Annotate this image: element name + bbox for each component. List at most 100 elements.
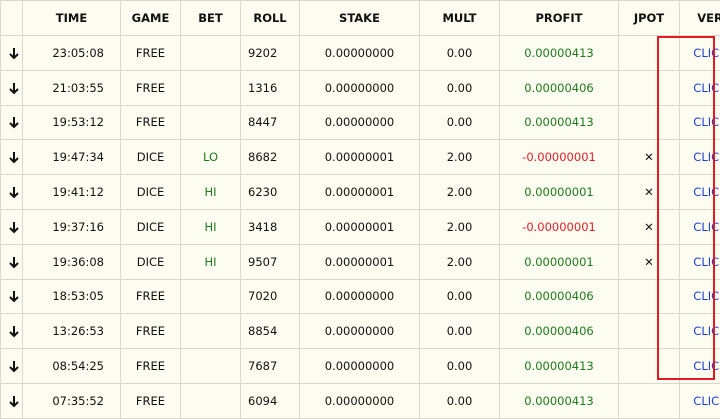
profit-cell: -0.00000001 — [500, 140, 619, 175]
stake-cell: 0.00000000 — [300, 279, 420, 314]
stake-cell: 0.00000001 — [300, 209, 420, 244]
verify-link[interactable]: CLICK — [680, 140, 720, 175]
expand-row-cell[interactable] — [1, 209, 23, 244]
column-header-roll: ROLL — [241, 1, 300, 36]
verify-link[interactable]: CLICK — [680, 279, 720, 314]
verify-link[interactable]: CLICK — [680, 244, 720, 279]
arrow-down-icon[interactable] — [1, 220, 23, 234]
arrow-down-icon[interactable] — [1, 46, 23, 60]
expand-row-cell[interactable] — [1, 105, 23, 140]
mult-cell: 0.00 — [420, 105, 500, 140]
column-header-mult: MULT — [420, 1, 500, 36]
expand-row-cell[interactable] — [1, 383, 23, 418]
arrow-down-icon[interactable] — [1, 324, 23, 338]
roll-cell: 8682 — [241, 140, 300, 175]
jackpot-cell — [619, 314, 680, 349]
verify-link[interactable]: CLICK — [680, 209, 720, 244]
table-row: 19:41:12 DICE HI 6230 0.00000001 2.00 0.… — [1, 175, 720, 210]
profit-cell: 0.00000406 — [500, 70, 619, 105]
column-header-ver: VER — [680, 1, 720, 36]
bet-cell — [181, 105, 241, 140]
time-cell: 19:53:12 — [23, 105, 121, 140]
expand-row-cell[interactable] — [1, 349, 23, 384]
mult-cell: 2.00 — [420, 209, 500, 244]
time-cell: 18:53:05 — [23, 279, 121, 314]
time-cell: 13:26:53 — [23, 314, 121, 349]
verify-link[interactable]: CLICK — [680, 314, 720, 349]
time-cell: 23:05:08 — [23, 36, 121, 71]
arrow-down-icon[interactable] — [1, 81, 23, 95]
bet-cell — [181, 314, 241, 349]
profit-cell: 0.00000413 — [500, 349, 619, 384]
table-row: 18:53:05 FREE 7020 0.00000000 0.00 0.000… — [1, 279, 720, 314]
expand-column-header — [1, 1, 23, 36]
time-cell: 19:37:16 — [23, 209, 121, 244]
stake-cell: 0.00000001 — [300, 175, 420, 210]
verify-link[interactable]: CLICK — [680, 175, 720, 210]
roll-cell: 9507 — [241, 244, 300, 279]
arrow-down-icon[interactable] — [1, 359, 23, 373]
header-row: TIME GAME BET ROLL STAKE MULT PROFIT JPO… — [1, 1, 720, 36]
game-cell: FREE — [121, 36, 181, 71]
arrow-down-icon[interactable] — [1, 255, 23, 269]
expand-row-cell[interactable] — [1, 314, 23, 349]
bet-cell — [181, 36, 241, 71]
mult-cell: 0.00 — [420, 70, 500, 105]
game-cell: DICE — [121, 209, 181, 244]
profit-cell: 0.00000406 — [500, 314, 619, 349]
game-cell: FREE — [121, 383, 181, 418]
verify-link[interactable]: CLICK — [680, 36, 720, 71]
roll-cell: 8854 — [241, 314, 300, 349]
arrow-down-icon[interactable] — [1, 394, 23, 408]
verify-link[interactable]: CLICK — [680, 70, 720, 105]
verify-link[interactable]: CLICK — [680, 349, 720, 384]
roll-cell: 6094 — [241, 383, 300, 418]
expand-row-cell[interactable] — [1, 175, 23, 210]
arrow-down-icon[interactable] — [1, 115, 23, 129]
stake-cell: 0.00000000 — [300, 314, 420, 349]
expand-row-cell[interactable] — [1, 140, 23, 175]
bet-cell: HI — [181, 209, 241, 244]
bet-cell — [181, 70, 241, 105]
arrow-down-icon[interactable] — [1, 150, 23, 164]
mult-cell: 0.00 — [420, 383, 500, 418]
bet-cell: HI — [181, 175, 241, 210]
roll-cell: 7687 — [241, 349, 300, 384]
stake-cell: 0.00000000 — [300, 349, 420, 384]
bet-cell — [181, 383, 241, 418]
arrow-down-icon[interactable] — [1, 289, 23, 303]
expand-row-cell[interactable] — [1, 36, 23, 71]
expand-row-cell[interactable] — [1, 70, 23, 105]
verify-link[interactable]: CLICK — [680, 383, 720, 418]
mult-cell: 2.00 — [420, 140, 500, 175]
expand-row-cell[interactable] — [1, 244, 23, 279]
roll-cell: 8447 — [241, 105, 300, 140]
roll-cell: 7020 — [241, 279, 300, 314]
jackpot-cell: ✕ — [619, 244, 680, 279]
profit-cell: 0.00000001 — [500, 175, 619, 210]
roll-cell: 9202 — [241, 36, 300, 71]
mult-cell: 0.00 — [420, 279, 500, 314]
profit-cell: 0.00000413 — [500, 36, 619, 71]
profit-cell: 0.00000406 — [500, 279, 619, 314]
table-row: 19:53:12 FREE 8447 0.00000000 0.00 0.000… — [1, 105, 720, 140]
jackpot-cell — [619, 383, 680, 418]
jackpot-cell — [619, 279, 680, 314]
table-row: 13:26:53 FREE 8854 0.00000000 0.00 0.000… — [1, 314, 720, 349]
expand-row-cell[interactable] — [1, 279, 23, 314]
game-cell: FREE — [121, 314, 181, 349]
time-cell: 19:41:12 — [23, 175, 121, 210]
jackpot-cell: ✕ — [619, 140, 680, 175]
table-row: 19:47:34 DICE LO 8682 0.00000001 2.00 -0… — [1, 140, 720, 175]
arrow-down-icon[interactable] — [1, 185, 23, 199]
table-row: 19:37:16 DICE HI 3418 0.00000001 2.00 -0… — [1, 209, 720, 244]
time-cell: 08:54:25 — [23, 349, 121, 384]
mult-cell: 2.00 — [420, 175, 500, 210]
verify-link[interactable]: CLICK — [680, 105, 720, 140]
bet-cell: LO — [181, 140, 241, 175]
bet-cell — [181, 279, 241, 314]
profit-cell: 0.00000413 — [500, 383, 619, 418]
table-row: 23:05:08 FREE 9202 0.00000000 0.00 0.000… — [1, 36, 720, 71]
stake-cell: 0.00000001 — [300, 140, 420, 175]
bet-cell: HI — [181, 244, 241, 279]
